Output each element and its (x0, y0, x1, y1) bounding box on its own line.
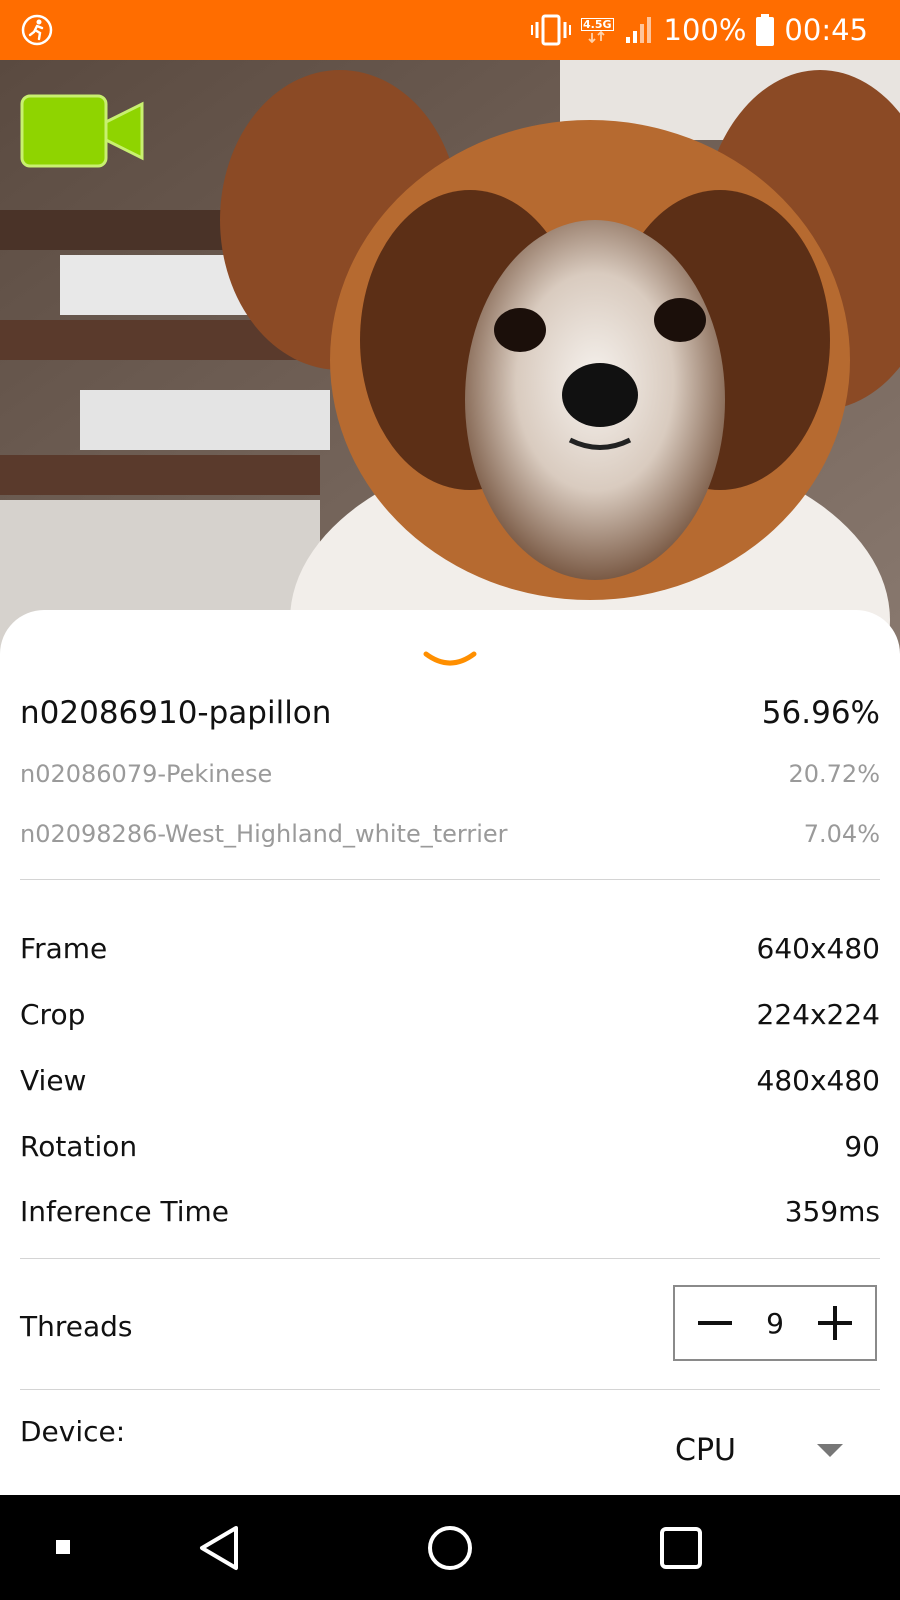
dropdown-arrow-icon (817, 1444, 843, 1457)
result-row-top1: n02086910-papillon 56.96% (20, 695, 880, 731)
threads-increment-button[interactable] (813, 1301, 857, 1345)
threads-decrement-button[interactable] (693, 1301, 737, 1345)
info-value: 90 (844, 1130, 880, 1163)
video-camera-icon (20, 94, 144, 168)
result-label: n02086910-papillon (20, 695, 332, 731)
recents-button[interactable] (656, 1523, 706, 1573)
divider (20, 1258, 880, 1259)
home-button[interactable] (425, 1523, 475, 1573)
home-circle-icon (428, 1526, 472, 1570)
recents-square-icon (660, 1527, 702, 1569)
threads-label: Threads (20, 1310, 133, 1343)
info-row-rotation: Rotation 90 (20, 1130, 880, 1163)
signal-icon (624, 15, 654, 45)
device-label-row: Device: (20, 1415, 420, 1448)
navigation-bar (0, 1495, 900, 1600)
fitness-activity-icon (20, 13, 54, 47)
bottom-sheet: n02086910-papillon 56.96% n02086079-Peki… (0, 610, 900, 1495)
minus-icon (698, 1321, 732, 1325)
stop-square-icon (56, 1540, 70, 1554)
result-score: 20.72% (788, 760, 880, 788)
device-label: Device: (20, 1415, 126, 1448)
divider (20, 1389, 880, 1390)
back-triangle-icon (200, 1526, 238, 1570)
chevron-down-icon (423, 651, 477, 666)
back-button[interactable] (194, 1523, 244, 1573)
plus-icon (817, 1306, 852, 1340)
info-row-inference-time: Inference Time 359ms (20, 1195, 880, 1228)
info-row-view: View 480x480 (20, 1064, 880, 1097)
info-label: Crop (20, 998, 86, 1031)
battery-percent: 100% (663, 13, 747, 47)
clock: 00:45 (784, 13, 868, 47)
threads-label-row: Threads (20, 1310, 420, 1343)
info-label: View (20, 1064, 87, 1097)
stop-square-button[interactable] (48, 1532, 78, 1562)
device-value: CPU (675, 1432, 736, 1468)
info-row-crop: Crop 224x224 (20, 998, 880, 1031)
info-value: 480x480 (756, 1064, 880, 1097)
result-label: n02098286-West_Highland_white_terrier (20, 820, 508, 848)
video-record-button[interactable] (20, 94, 144, 172)
divider (20, 879, 880, 880)
info-value: 224x224 (756, 998, 880, 1031)
info-label: Rotation (20, 1130, 138, 1163)
vibrate-icon (530, 13, 571, 47)
info-value: 359ms (784, 1195, 880, 1228)
result-row-top3: n02098286-West_Highland_white_terrier 7.… (20, 820, 880, 848)
status-bar: 4.5G 100% 00:45 (0, 0, 900, 60)
network-type-label: 4.5G (580, 17, 614, 31)
info-label: Frame (20, 932, 108, 965)
result-score: 56.96% (761, 695, 880, 731)
info-row-frame: Frame 640x480 (20, 932, 880, 965)
device-dropdown[interactable]: CPU (675, 1425, 845, 1475)
result-score: 7.04% (803, 820, 880, 848)
info-value: 640x480 (756, 932, 880, 965)
network-4.5g-icon: 4.5G (580, 17, 614, 43)
info-label: Inference Time (20, 1195, 230, 1228)
result-label: n02086079-Pekinese (20, 760, 273, 788)
threads-value: 9 (766, 1306, 784, 1340)
battery-icon (756, 14, 775, 46)
camera-preview (0, 60, 900, 700)
result-row-top2: n02086079-Pekinese 20.72% (20, 760, 880, 788)
collapse-sheet-handle[interactable] (422, 648, 478, 676)
threads-stepper: 9 (673, 1285, 877, 1361)
app-screen: 4.5G 100% 00:45 n02086910-papillon 56.96… (0, 0, 900, 1600)
